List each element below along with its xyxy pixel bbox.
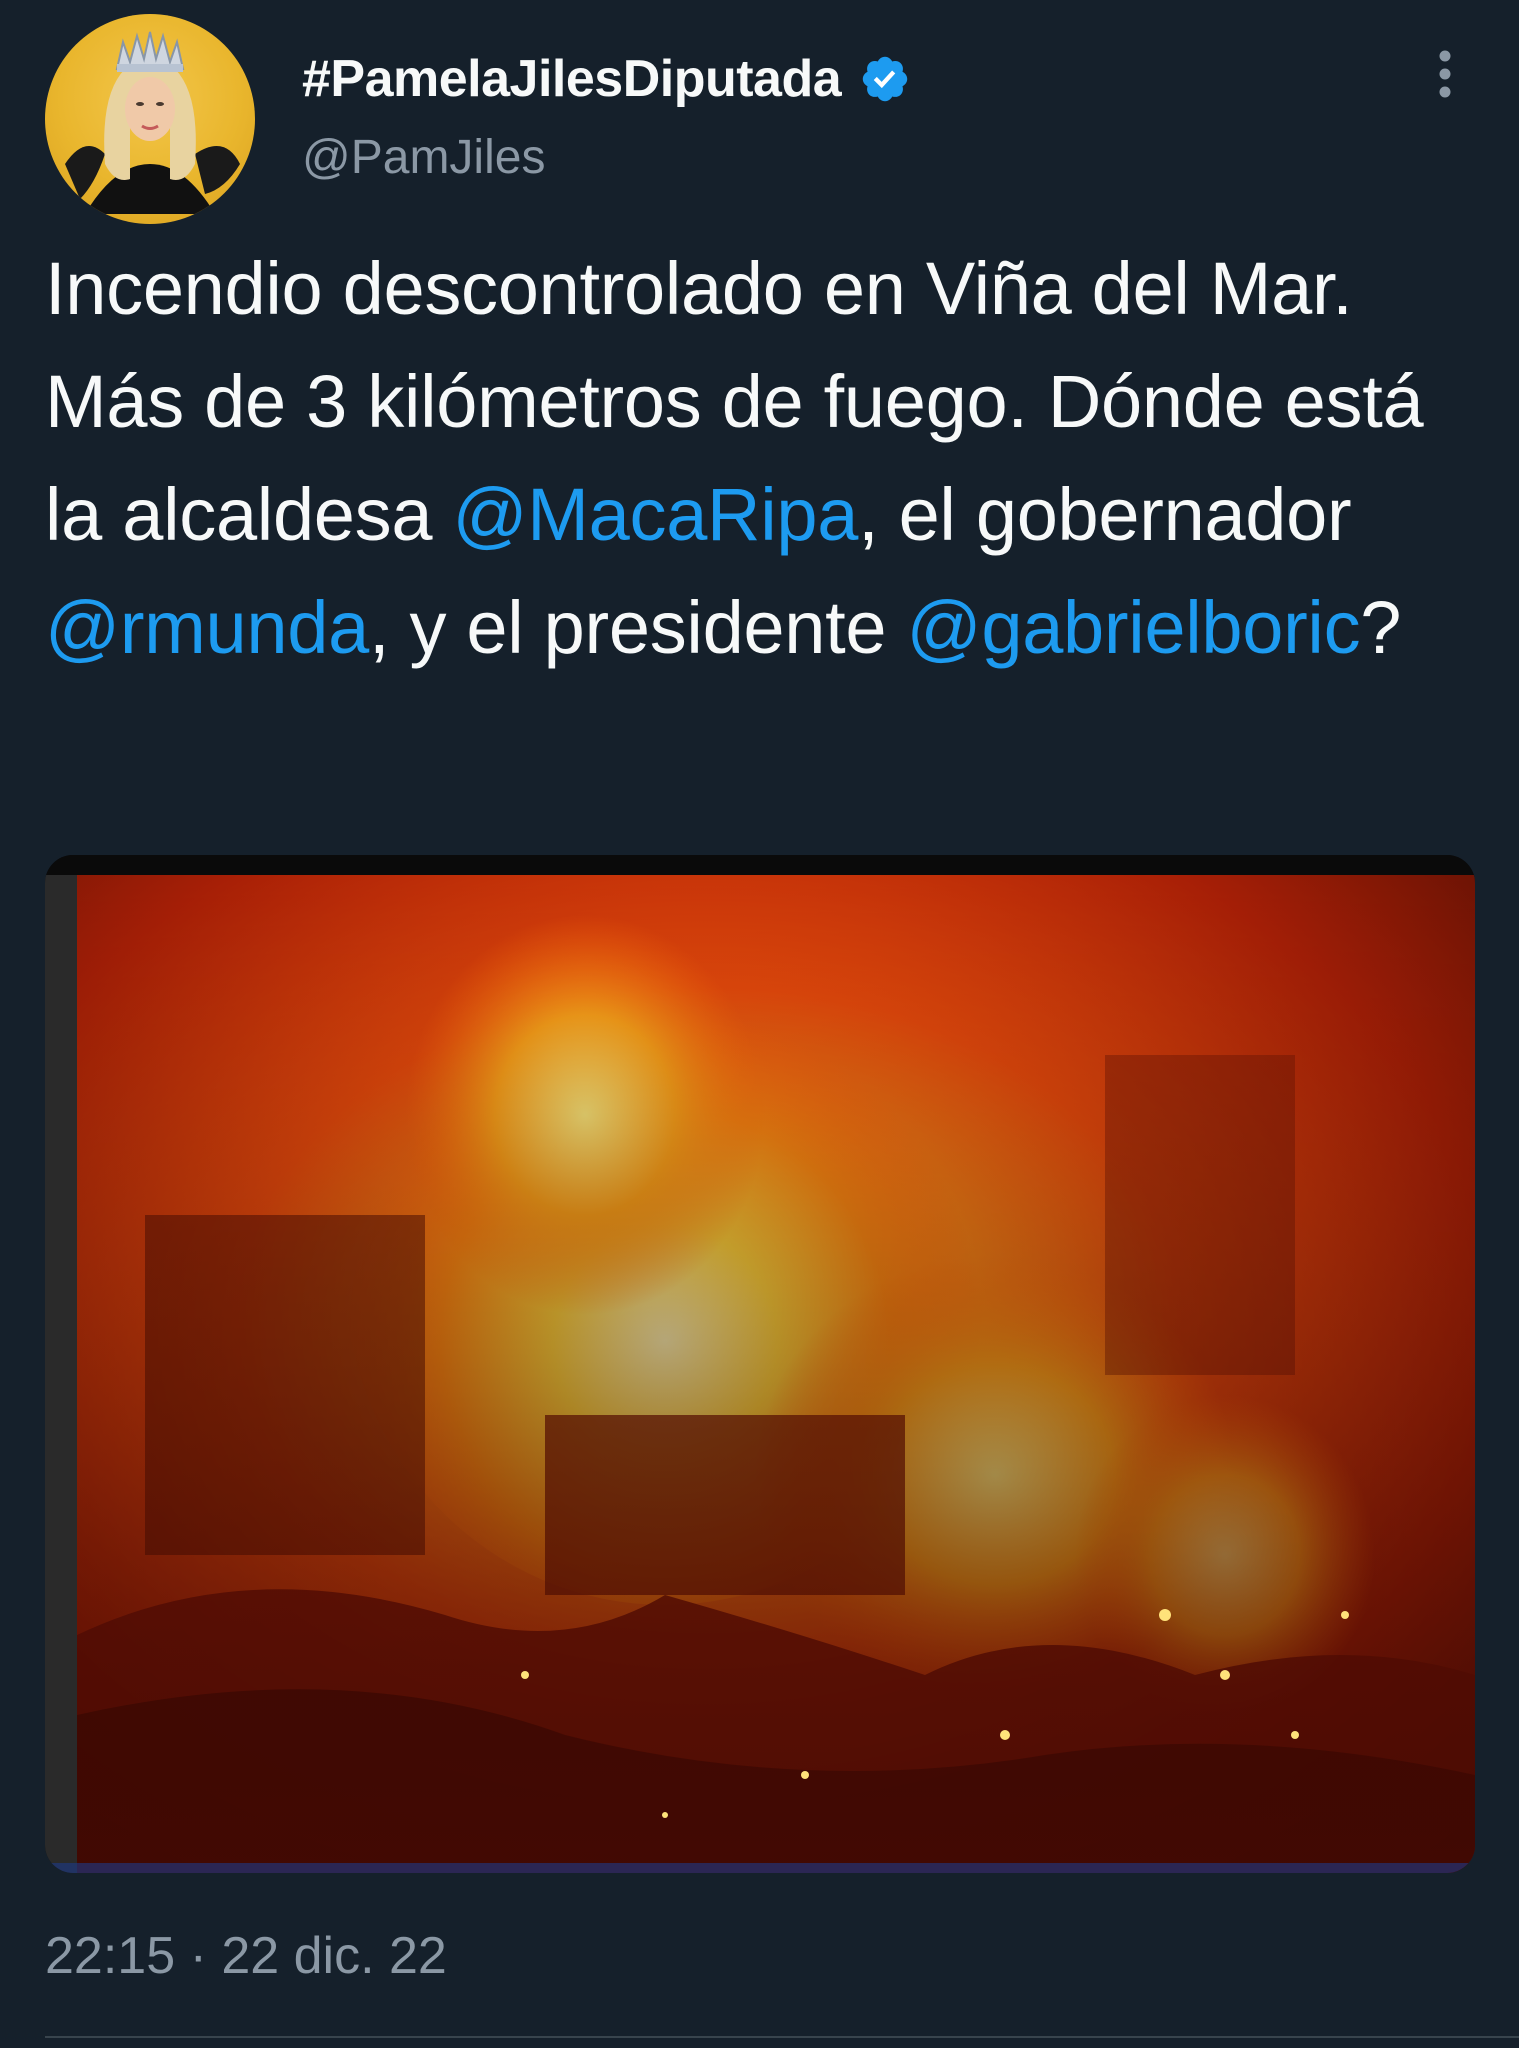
- tweet: #PamelaJilesDiputada @PamJiles Incendio …: [0, 0, 1519, 2048]
- verified-badge-icon: [862, 56, 908, 102]
- more-vertical-icon[interactable]: [1420, 44, 1470, 104]
- fire-photo: [45, 855, 1475, 1873]
- user-handle[interactable]: @PamJiles: [302, 130, 545, 185]
- divider: [45, 2036, 1519, 2038]
- mention-link[interactable]: @rmunda: [45, 586, 369, 669]
- tweet-timestamp[interactable]: 22:15 · 22 dic. 22: [45, 1926, 447, 1986]
- tweet-text-segment: , y el presidente: [368, 586, 907, 669]
- display-name-row: #PamelaJilesDiputada: [302, 44, 911, 114]
- avatar-image: [65, 31, 240, 214]
- tweet-media-photo[interactable]: [45, 855, 1475, 1873]
- display-name[interactable]: #PamelaJilesDiputada: [302, 49, 842, 109]
- avatar[interactable]: [45, 14, 255, 224]
- mention-link[interactable]: @gabrielboric: [907, 586, 1361, 669]
- mention-link[interactable]: @MacaRipa: [452, 473, 858, 556]
- tweet-text-segment: ?: [1360, 586, 1402, 669]
- tweet-text-segment: , el gobernador: [858, 473, 1352, 556]
- tweet-text: Incendio descontrolado en Viña del Mar. …: [45, 232, 1485, 684]
